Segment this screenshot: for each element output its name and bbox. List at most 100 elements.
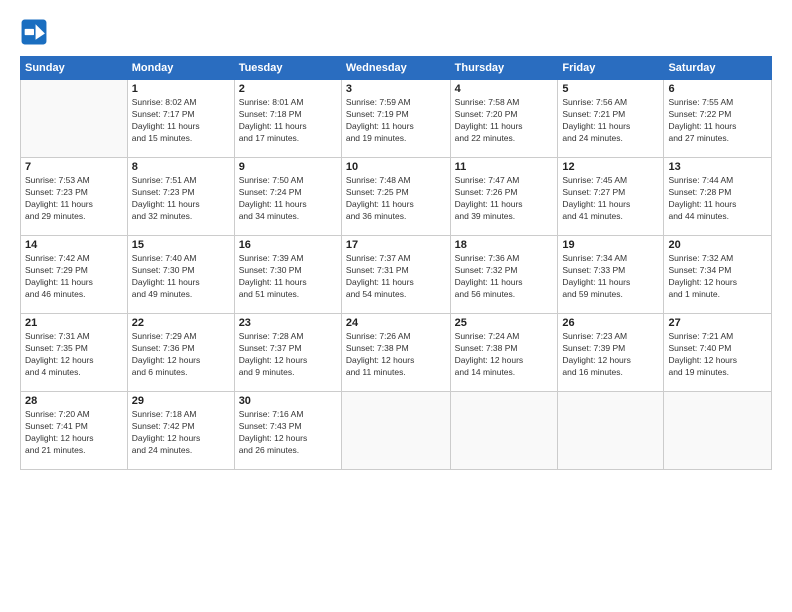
col-header-saturday: Saturday [664, 57, 772, 80]
day-number: 15 [132, 239, 230, 251]
calendar-cell: 23Sunrise: 7:28 AM Sunset: 7:37 PM Dayli… [234, 314, 341, 392]
calendar-cell: 13 Sunrise: 7:44 AM Sunset: 7:28 PM Dayli… [664, 158, 772, 236]
day-info: Sunrise: 7:56 AM Sunset: 7:21 PM Dayligh… [562, 97, 659, 145]
logo-icon [20, 18, 48, 46]
calendar-cell [558, 392, 664, 470]
header [20, 18, 772, 46]
day-info: Sunrise: 7:23 AM Sunset: 7:39 PM Dayligh… [562, 331, 659, 379]
day-number: 5 [562, 83, 659, 95]
calendar-cell [664, 392, 772, 470]
calendar-header-row: SundayMondayTuesdayWednesdayThursdayFrid… [21, 57, 772, 80]
calendar-cell: 15 Sunrise: 7:40 AM Sunset: 7:30 PM Dayli… [127, 236, 234, 314]
day-number: 3 [346, 83, 446, 95]
day-info: Sunrise: 7:53 AM Sunset: 7:23 PM Dayligh… [25, 175, 123, 223]
calendar-cell: 29 Sunrise: 7:18 AM Sunset: 7:42 PM Dayli… [127, 392, 234, 470]
day-info: Sunrise: 7:59 AM Sunset: 7:19 PM Dayligh… [346, 97, 446, 145]
day-number: 30 [239, 395, 337, 407]
day-info: Sunrise: 7:29 AM Sunset: 7:36 PM Dayligh… [132, 331, 230, 379]
day-number: 10 [346, 161, 446, 173]
calendar-cell: 7 Sunrise: 7:53 AM Sunset: 7:23 PM Daylig… [21, 158, 128, 236]
col-header-monday: Monday [127, 57, 234, 80]
day-info: Sunrise: 7:45 AM Sunset: 7:27 PM Dayligh… [562, 175, 659, 223]
week-row-1: 1Sunrise: 8:02 AM Sunset: 7:17 PM Daylig… [21, 80, 772, 158]
calendar-cell: 6 Sunrise: 7:55 AM Sunset: 7:22 PM Daylig… [664, 80, 772, 158]
day-number: 12 [562, 161, 659, 173]
day-info: Sunrise: 8:02 AM Sunset: 7:17 PM Dayligh… [132, 97, 230, 145]
calendar-cell: 18 Sunrise: 7:36 AM Sunset: 7:32 PM Dayli… [450, 236, 558, 314]
calendar-cell: 25 Sunrise: 7:24 AM Sunset: 7:38 PM Dayli… [450, 314, 558, 392]
day-info: Sunrise: 7:47 AM Sunset: 7:26 PM Dayligh… [455, 175, 554, 223]
day-info: Sunrise: 7:20 AM Sunset: 7:41 PM Dayligh… [25, 409, 123, 457]
day-info: Sunrise: 7:55 AM Sunset: 7:22 PM Dayligh… [668, 97, 767, 145]
week-row-2: 7 Sunrise: 7:53 AM Sunset: 7:23 PM Daylig… [21, 158, 772, 236]
day-number: 16 [239, 239, 337, 251]
day-number: 27 [668, 317, 767, 329]
calendar-cell: 1Sunrise: 8:02 AM Sunset: 7:17 PM Daylig… [127, 80, 234, 158]
week-row-4: 21 Sunrise: 7:31 AM Sunset: 7:35 PM Dayli… [21, 314, 772, 392]
day-info: Sunrise: 7:36 AM Sunset: 7:32 PM Dayligh… [455, 253, 554, 301]
day-info: Sunrise: 7:31 AM Sunset: 7:35 PM Dayligh… [25, 331, 123, 379]
day-info: Sunrise: 7:18 AM Sunset: 7:42 PM Dayligh… [132, 409, 230, 457]
day-number: 19 [562, 239, 659, 251]
day-info: Sunrise: 7:48 AM Sunset: 7:25 PM Dayligh… [346, 175, 446, 223]
day-info: Sunrise: 7:26 AM Sunset: 7:38 PM Dayligh… [346, 331, 446, 379]
day-number: 29 [132, 395, 230, 407]
calendar-cell: 17 Sunrise: 7:37 AM Sunset: 7:31 PM Dayli… [341, 236, 450, 314]
calendar-cell: 5 Sunrise: 7:56 AM Sunset: 7:21 PM Daylig… [558, 80, 664, 158]
calendar-cell: 9 Sunrise: 7:50 AM Sunset: 7:24 PM Daylig… [234, 158, 341, 236]
calendar-cell [21, 80, 128, 158]
calendar-cell: 3 Sunrise: 7:59 AM Sunset: 7:19 PM Daylig… [341, 80, 450, 158]
col-header-thursday: Thursday [450, 57, 558, 80]
day-number: 6 [668, 83, 767, 95]
day-info: Sunrise: 7:44 AM Sunset: 7:28 PM Dayligh… [668, 175, 767, 223]
day-number: 14 [25, 239, 123, 251]
day-number: 9 [239, 161, 337, 173]
day-info: Sunrise: 7:34 AM Sunset: 7:33 PM Dayligh… [562, 253, 659, 301]
calendar-cell: 16 Sunrise: 7:39 AM Sunset: 7:30 PM Dayli… [234, 236, 341, 314]
calendar-cell: 22 Sunrise: 7:29 AM Sunset: 7:36 PM Dayli… [127, 314, 234, 392]
logo [20, 18, 52, 46]
day-info: Sunrise: 7:40 AM Sunset: 7:30 PM Dayligh… [132, 253, 230, 301]
day-number: 13 [668, 161, 767, 173]
day-number: 8 [132, 161, 230, 173]
calendar-cell: 11 Sunrise: 7:47 AM Sunset: 7:26 PM Dayli… [450, 158, 558, 236]
day-info: Sunrise: 8:01 AM Sunset: 7:18 PM Dayligh… [239, 97, 337, 145]
day-number: 2 [239, 83, 337, 95]
day-info: Sunrise: 7:37 AM Sunset: 7:31 PM Dayligh… [346, 253, 446, 301]
calendar-cell: 4Sunrise: 7:58 AM Sunset: 7:20 PM Daylig… [450, 80, 558, 158]
calendar-cell: 24 Sunrise: 7:26 AM Sunset: 7:38 PM Dayli… [341, 314, 450, 392]
calendar-cell: 30 Sunrise: 7:16 AM Sunset: 7:43 PM Dayli… [234, 392, 341, 470]
day-number: 18 [455, 239, 554, 251]
calendar-cell [450, 392, 558, 470]
day-info: Sunrise: 7:50 AM Sunset: 7:24 PM Dayligh… [239, 175, 337, 223]
day-info: Sunrise: 7:24 AM Sunset: 7:38 PM Dayligh… [455, 331, 554, 379]
day-number: 17 [346, 239, 446, 251]
calendar-cell: 28 Sunrise: 7:20 AM Sunset: 7:41 PM Dayli… [21, 392, 128, 470]
calendar-cell: 14Sunrise: 7:42 AM Sunset: 7:29 PM Dayli… [21, 236, 128, 314]
calendar-cell: 19 Sunrise: 7:34 AM Sunset: 7:33 PM Dayli… [558, 236, 664, 314]
day-number: 21 [25, 317, 123, 329]
col-header-friday: Friday [558, 57, 664, 80]
day-number: 26 [562, 317, 659, 329]
week-row-3: 14Sunrise: 7:42 AM Sunset: 7:29 PM Dayli… [21, 236, 772, 314]
calendar-cell: 10 Sunrise: 7:48 AM Sunset: 7:25 PM Dayli… [341, 158, 450, 236]
calendar-cell: 27Sunrise: 7:21 AM Sunset: 7:40 PM Dayli… [664, 314, 772, 392]
day-number: 25 [455, 317, 554, 329]
calendar-cell: 26 Sunrise: 7:23 AM Sunset: 7:39 PM Dayli… [558, 314, 664, 392]
calendar-cell: 2 Sunrise: 8:01 AM Sunset: 7:18 PM Daylig… [234, 80, 341, 158]
day-info: Sunrise: 7:16 AM Sunset: 7:43 PM Dayligh… [239, 409, 337, 457]
day-number: 4 [455, 83, 554, 95]
calendar-cell: 8 Sunrise: 7:51 AM Sunset: 7:23 PM Daylig… [127, 158, 234, 236]
calendar-cell: 12 Sunrise: 7:45 AM Sunset: 7:27 PM Dayli… [558, 158, 664, 236]
day-info: Sunrise: 7:51 AM Sunset: 7:23 PM Dayligh… [132, 175, 230, 223]
day-number: 23 [239, 317, 337, 329]
calendar-cell: 20Sunrise: 7:32 AM Sunset: 7:34 PM Dayli… [664, 236, 772, 314]
day-number: 28 [25, 395, 123, 407]
day-number: 11 [455, 161, 554, 173]
col-header-sunday: Sunday [21, 57, 128, 80]
calendar-cell [341, 392, 450, 470]
day-number: 22 [132, 317, 230, 329]
day-info: Sunrise: 7:39 AM Sunset: 7:30 PM Dayligh… [239, 253, 337, 301]
day-number: 24 [346, 317, 446, 329]
day-number: 7 [25, 161, 123, 173]
